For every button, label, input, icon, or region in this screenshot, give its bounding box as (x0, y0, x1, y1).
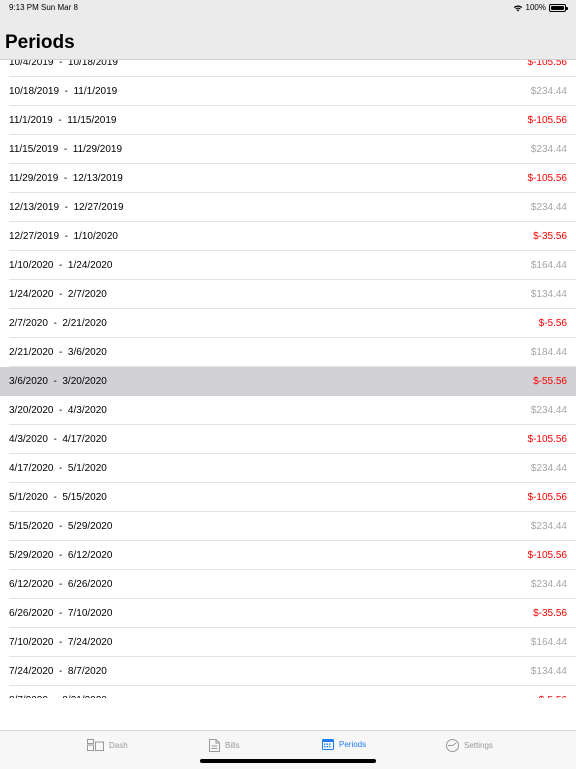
tab-label: Dash (109, 740, 128, 750)
period-row[interactable]: 3/20/2020 - 4/3/2020 $234.44 (0, 396, 576, 425)
page-title: Periods (5, 32, 75, 53)
period-row[interactable]: 12/13/2019 - 12/27/2019 $234.44 (0, 193, 576, 222)
period-row[interactable]: 1/24/2020 - 2/7/2020 $134.44 (0, 280, 576, 309)
period-amount: $134.44 (530, 666, 567, 677)
period-range: 4/3/2020 - 4/17/2020 (9, 434, 107, 445)
period-row[interactable]: 4/17/2020 - 5/1/2020 $234.44 (0, 454, 576, 483)
tab-label: Bills (225, 741, 240, 750)
period-row[interactable]: 1/10/2020 - 1/24/2020 $164.44 (0, 251, 576, 280)
period-amount: $234.44 (530, 521, 567, 532)
period-range: 5/15/2020 - 5/29/2020 (9, 521, 113, 532)
battery-percent: 100% (525, 3, 546, 12)
period-row[interactable]: 4/3/2020 - 4/17/2020 $-105.56 (0, 425, 576, 454)
period-range: 3/6/2020 - 3/20/2020 (9, 376, 107, 387)
periods-list[interactable]: 10/4/2019 - 10/18/2019 $-105.56 10/18/2019… (0, 60, 576, 698)
period-row[interactable]: 5/1/2020 - 5/15/2020 $-105.56 (0, 483, 576, 512)
period-range: 7/10/2020 - 7/24/2020 (9, 637, 113, 648)
period-range: 2/21/2020 - 3/6/2020 (9, 347, 107, 358)
tab-bar: Dash Bills Periods Settings (0, 730, 576, 769)
period-row[interactable]: 7/10/2020 - 7/24/2020 $164.44 (0, 628, 576, 657)
period-range: 12/13/2019 - 12/27/2019 (9, 202, 124, 213)
period-range: 11/29/2019 - 12/13/2019 (9, 173, 123, 184)
period-amount: $-5.56 (539, 695, 567, 698)
period-row[interactable]: 7/24/2020 - 8/7/2020 $134.44 (0, 657, 576, 686)
period-amount: $-105.56 (527, 173, 567, 184)
period-range: 10/18/2019 - 11/1/2019 (9, 86, 118, 97)
period-row[interactable]: 11/1/2019 - 11/15/2019 $-105.56 (0, 106, 576, 135)
period-row[interactable]: 8/7/2020 - 8/21/2020 $-5.56 (0, 686, 576, 698)
period-range: 12/27/2019 - 1/10/2020 (9, 231, 118, 242)
period-range: 2/7/2020 - 2/21/2020 (9, 318, 107, 329)
battery-icon (549, 3, 568, 12)
period-amount: $-105.56 (527, 434, 567, 445)
document-icon (209, 739, 220, 752)
period-amount: $234.44 (530, 202, 567, 213)
period-range: 11/15/2019 - 11/29/2019 (9, 144, 123, 155)
period-row[interactable]: 5/15/2020 - 5/29/2020 $234.44 (0, 512, 576, 541)
tab-dash[interactable]: Dash (87, 739, 128, 751)
dashboard-icon (87, 739, 104, 751)
period-amount: $-105.56 (527, 492, 567, 503)
gauge-icon (446, 739, 459, 752)
tab-bills[interactable]: Bills (209, 739, 240, 752)
period-row[interactable]: 3/6/2020 - 3/20/2020 $-55.56 (0, 367, 576, 396)
period-amount: $234.44 (530, 86, 567, 97)
tab-label: Settings (464, 741, 493, 750)
period-range: 5/1/2020 - 5/15/2020 (9, 492, 107, 503)
tab-periods[interactable]: Periods (322, 739, 366, 750)
status-time: 9:13 PM (9, 3, 39, 12)
status-date: Sun Mar 8 (41, 3, 78, 12)
period-row[interactable]: 2/21/2020 - 3/6/2020 $184.44 (0, 338, 576, 367)
period-row[interactable]: 5/29/2020 - 6/12/2020 $-105.56 (0, 541, 576, 570)
period-range: 8/7/2020 - 8/21/2020 (9, 695, 107, 698)
home-indicator[interactable] (200, 759, 376, 763)
period-amount: $234.44 (530, 463, 567, 474)
period-range: 1/24/2020 - 2/7/2020 (9, 289, 107, 300)
period-range: 5/29/2020 - 6/12/2020 (9, 550, 113, 561)
period-row[interactable]: 10/18/2019 - 11/1/2019 $234.44 (0, 77, 576, 106)
period-range: 10/4/2019 - 10/18/2019 (9, 60, 118, 68)
period-amount: $-5.56 (538, 318, 567, 329)
period-amount: $-55.56 (533, 376, 567, 387)
period-amount: $164.44 (530, 260, 567, 271)
period-amount: $164.44 (530, 637, 567, 648)
period-row[interactable]: 12/27/2019 - 1/10/2020 $-35.56 (0, 222, 576, 251)
period-amount: $234.44 (530, 144, 567, 155)
period-amount: $134.44 (530, 289, 567, 300)
status-bar: 9:13 PM Sun Mar 8 100% (0, 0, 576, 16)
period-row[interactable]: 10/4/2019 - 10/18/2019 $-105.56 (0, 60, 576, 77)
period-range: 3/20/2020 - 4/3/2020 (9, 405, 107, 416)
period-amount: $-105.56 (527, 115, 567, 126)
period-row[interactable]: 11/29/2019 - 12/13/2019 $-105.56 (0, 164, 576, 193)
period-row[interactable]: 6/12/2020 - 6/26/2020 $234.44 (0, 570, 576, 599)
period-range: 11/1/2019 - 11/15/2019 (9, 115, 117, 126)
period-amount: $-35.56 (533, 231, 567, 242)
period-amount: $-105.56 (527, 550, 567, 561)
status-indicators: 100% (513, 3, 568, 12)
period-row[interactable]: 11/15/2019 - 11/29/2019 $234.44 (0, 135, 576, 164)
period-range: 6/26/2020 - 7/10/2020 (9, 608, 113, 619)
period-row[interactable]: 6/26/2020 - 7/10/2020 $-35.56 (0, 599, 576, 628)
period-amount: $-35.56 (533, 608, 567, 619)
period-row[interactable]: 2/7/2020 - 2/21/2020 $-5.56 (0, 309, 576, 338)
calendar-icon (322, 739, 334, 750)
wifi-icon (513, 5, 522, 11)
period-range: 4/17/2020 - 5/1/2020 (9, 463, 107, 474)
period-range: 1/10/2020 - 1/24/2020 (9, 260, 113, 271)
period-amount: $234.44 (530, 579, 567, 590)
tab-label: Periods (339, 740, 367, 749)
period-amount: $234.44 (530, 405, 567, 416)
navigation-bar: Periods (0, 16, 576, 60)
period-amount: $184.44 (530, 347, 567, 358)
period-range: 7/24/2020 - 8/7/2020 (9, 666, 107, 677)
period-range: 6/12/2020 - 6/26/2020 (9, 579, 113, 590)
period-amount: $-105.56 (527, 60, 567, 68)
tab-settings[interactable]: Settings (446, 739, 493, 752)
